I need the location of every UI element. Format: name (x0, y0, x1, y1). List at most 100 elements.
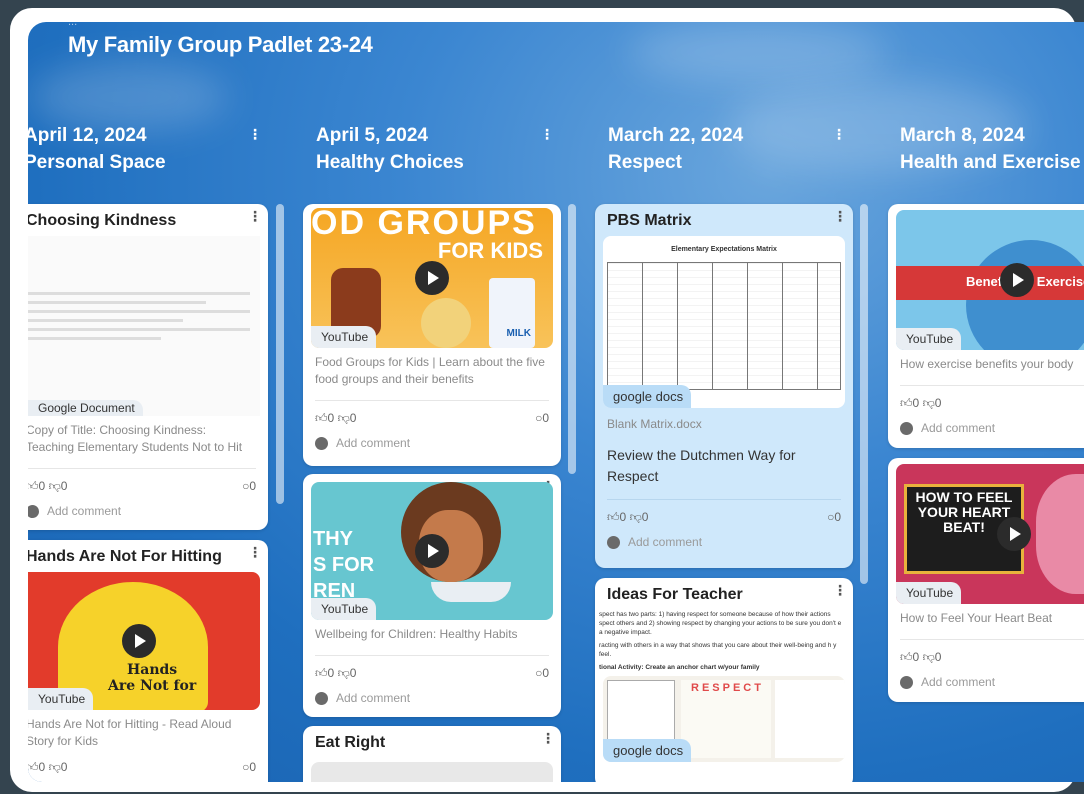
board-title: My Family Group Padlet 23-24 (68, 32, 373, 57)
play-icon[interactable] (415, 534, 449, 568)
card-ideas-for-teacher[interactable]: Ideas For Teacher ⋮ spect has two parts:… (595, 578, 853, 782)
column-respect: March 22, 2024 Respect ⋮ (608, 122, 870, 182)
avatar (28, 504, 39, 518)
like-icon[interactable]: 👍︎ (28, 760, 39, 774)
like-icon[interactable]: 👍︎ (315, 666, 328, 680)
play-icon[interactable] (1000, 263, 1034, 297)
column-topic: Personal Space (28, 152, 166, 173)
video-thumbnail[interactable]: OD GROUPS FOR KIDS MILK YouTube (311, 208, 553, 348)
avatar (607, 535, 620, 549)
card-description: How to Feel Your Heart Beat (900, 611, 1053, 625)
reactions-row: 👍︎0 👎︎0 ○0 (315, 666, 549, 680)
file-name: Blank Matrix.docx (607, 417, 702, 431)
card-menu-icon[interactable]: ⋮ (541, 730, 555, 747)
column-menu-icon[interactable]: ⋮ (832, 126, 846, 143)
card-choosing-kindness[interactable]: Choosing Kindness ⋮ Google Document Copy… (28, 204, 268, 530)
like-icon[interactable]: 👍︎ (900, 396, 913, 410)
add-comment[interactable]: Add comment (888, 669, 1084, 699)
avatar (900, 421, 913, 435)
card-eat-right[interactable]: Eat Right ⋮ (303, 726, 561, 782)
document-preview[interactable]: Elementary Expectations Matrix google do… (603, 236, 845, 408)
card-description: Copy of Title: Choosing Kindness: Teachi… (28, 423, 243, 454)
column-date: April 5, 2024 (316, 125, 428, 146)
card-pbs-matrix[interactable]: PBS Matrix ⋮ Elementary Expectations Mat… (595, 204, 853, 568)
like-icon[interactable]: 👍︎ (607, 510, 620, 524)
reactions-row: 👍︎0 👎︎0 ○0 (28, 479, 256, 493)
card-exercise-benefits[interactable]: Benefits of Exercise YouTube How exercis… (888, 204, 1084, 448)
like-icon[interactable]: 👍︎ (900, 650, 913, 664)
card-hands-not-for-hitting[interactable]: Hands Are Not For Hitting ⋮ Hands Are Not… (28, 540, 268, 782)
column-scrollbar[interactable] (568, 204, 576, 474)
card-menu-icon[interactable]: ⋮ (833, 582, 847, 599)
add-comment[interactable]: Add comment (28, 498, 268, 528)
play-icon[interactable] (997, 517, 1031, 551)
avatar (900, 675, 913, 689)
dislike-icon[interactable]: 👎︎ (49, 479, 61, 493)
video-thumbnail[interactable]: HOW TO FEEL YOUR HEART BEAT! YouTube (896, 464, 1084, 604)
play-icon[interactable] (122, 624, 156, 658)
column-menu-icon[interactable]: ⋮ (248, 126, 262, 143)
card-description: Wellbeing for Children: Healthy Habits (315, 627, 518, 641)
card-food-groups[interactable]: ⋮ OD GROUPS FOR KIDS MILK YouTube Food G… (303, 204, 561, 466)
card-menu-icon[interactable]: ⋮ (833, 208, 847, 225)
card-title: Hands Are Not For Hitting (28, 548, 222, 565)
column-topic: Health and Exercise (900, 152, 1081, 173)
add-comment[interactable]: Add comment (595, 529, 853, 559)
padlet-board[interactable]: ... My Family Group Padlet 23-24 April 1… (28, 22, 1084, 782)
like-icon[interactable]: 👍︎ (28, 479, 39, 493)
card-menu-icon[interactable]: ⋮ (248, 544, 262, 561)
document-preview: Google Document (28, 236, 260, 416)
card-description: How exercise benefits your body (900, 357, 1074, 371)
avatar (315, 691, 328, 705)
column-header: March 8, 2024 Health and Exercise (900, 122, 1084, 182)
column-header: April 5, 2024 Healthy Choices (316, 122, 578, 182)
column-scrollbar[interactable] (860, 204, 868, 584)
video-thumbnail[interactable]: Hands Are Not for YouTube (28, 572, 260, 710)
column-topic: Healthy Choices (316, 152, 464, 173)
card-title: Ideas For Teacher (607, 586, 743, 603)
dislike-icon[interactable]: 👎︎ (338, 411, 350, 425)
attachment-type-badge: YouTube (311, 326, 377, 348)
column-topic: Respect (608, 152, 682, 173)
card-description: Food Groups for Kids | Learn about the f… (315, 355, 545, 386)
attachment-type-badge: google docs (603, 739, 692, 762)
dislike-icon[interactable]: 👎︎ (923, 650, 935, 664)
card-menu-icon[interactable]: ⋮ (248, 208, 262, 225)
attachment-type-badge: YouTube (28, 688, 94, 710)
add-comment[interactable]: Add comment (888, 415, 1084, 445)
column-scrollbar[interactable] (276, 204, 284, 504)
dislike-icon[interactable]: 👎︎ (923, 396, 935, 410)
dislike-icon[interactable]: 👎︎ (49, 760, 61, 774)
column-personal-space: April 12, 2024 Personal Space ⋮ (28, 122, 286, 182)
video-thumbnail[interactable]: THY S FOR REN YouTube (311, 482, 553, 620)
video-thumbnail[interactable]: Benefits of Exercise YouTube (896, 210, 1084, 350)
card-wellbeing[interactable]: ⋮ THYS FORREN YouTube Wellbeing for Chil… (303, 474, 561, 717)
dislike-icon[interactable]: 👎︎ (338, 666, 350, 680)
add-comment[interactable]: Add comment (303, 430, 561, 460)
reactions-row: 👍︎0 👎︎0 (900, 650, 942, 664)
board-subtitle: ... (68, 22, 78, 28)
add-comment[interactable]: Add comment (303, 685, 561, 715)
column-header: March 22, 2024 Respect (608, 122, 870, 182)
card-heart-beat[interactable]: HOW TO FEEL YOUR HEART BEAT! YouTube How… (888, 458, 1084, 702)
column-healthy-choices: April 5, 2024 Healthy Choices ⋮ (316, 122, 578, 182)
reactions-row: 👍︎0 👎︎0 (900, 396, 942, 410)
avatar (315, 436, 328, 450)
column-date: March 8, 2024 (900, 125, 1025, 146)
attachment-type-badge: YouTube (896, 582, 962, 604)
attachment-type-badge: YouTube (896, 328, 962, 350)
reactions-row: 👍︎0 👎︎0 ○0 (607, 510, 841, 524)
like-icon[interactable]: 👍︎ (315, 411, 328, 425)
column-menu-icon[interactable]: ⋮ (540, 126, 554, 143)
play-icon[interactable] (415, 261, 449, 295)
attachment-type-badge: google docs (603, 385, 692, 408)
card-title: PBS Matrix (607, 212, 692, 229)
reactions-row: 👍︎0 👎︎0 ○0 (28, 760, 256, 774)
dislike-icon[interactable]: 👎︎ (630, 510, 642, 524)
card-title: Choosing Kindness (28, 212, 177, 229)
document-images[interactable]: RESPECT google docs (603, 676, 845, 762)
column-date: March 22, 2024 (608, 125, 744, 146)
column-health-exercise: March 8, 2024 Health and Exercise (900, 122, 1084, 182)
attachment-type-badge: YouTube (311, 598, 377, 620)
reactions-row: 👍︎0 👎︎0 ○0 (315, 411, 549, 425)
